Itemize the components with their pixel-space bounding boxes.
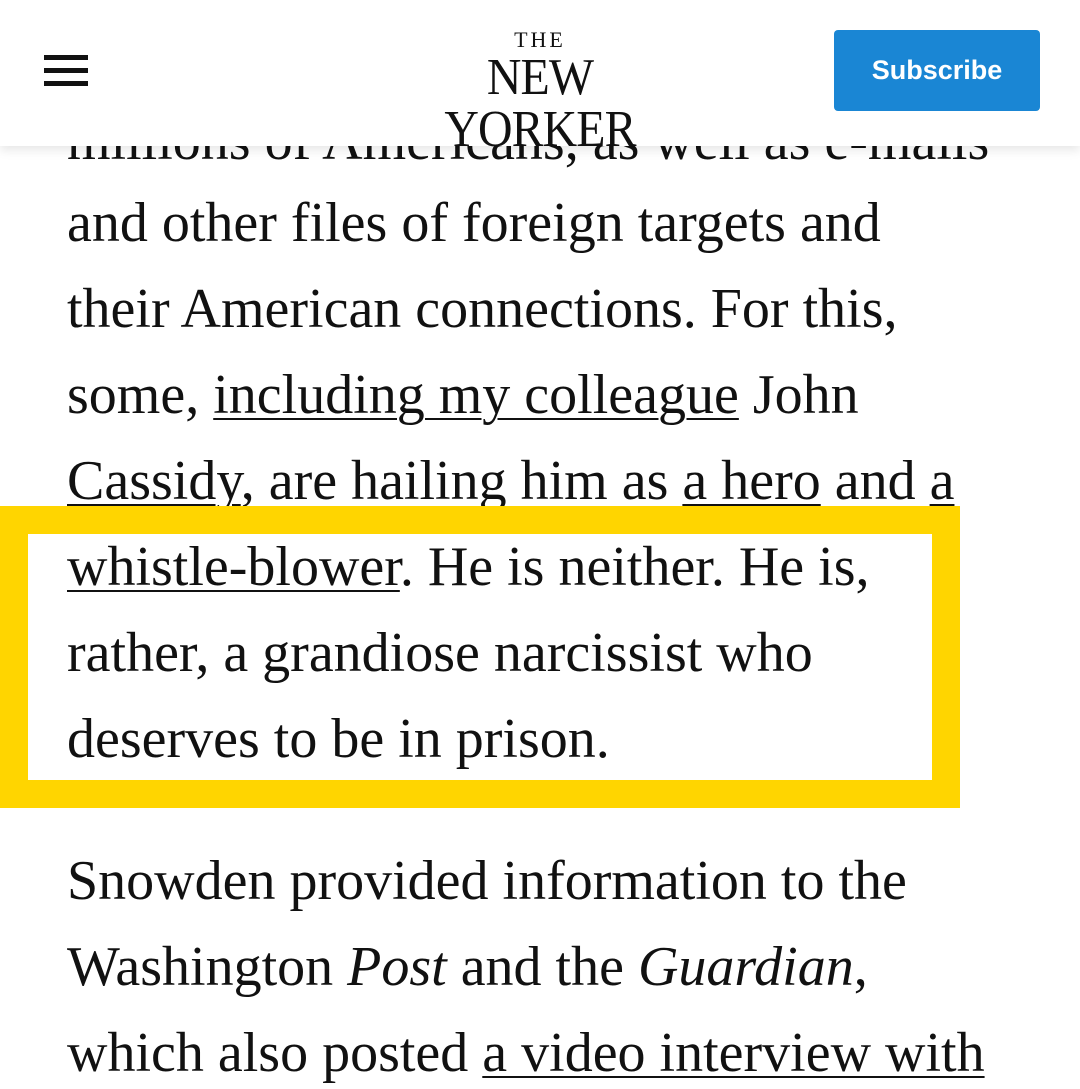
article-text: Snowden provided information to the	[67, 850, 907, 912]
subscribe-button[interactable]: Subscribe	[834, 30, 1040, 111]
article-text: . He is neither. He is,	[399, 536, 870, 598]
article-line: which also posted a video interview with	[67, 1020, 985, 1086]
article-text: Washington	[67, 936, 348, 998]
article-line: Cassidy, are hailing him as a hero and a	[67, 448, 954, 514]
article-line: and other files of foreign targets and	[67, 190, 881, 256]
article-text: and other files of foreign targets and	[67, 192, 881, 254]
article-text: deserves to be in prison.	[67, 708, 610, 770]
new-yorker-logo[interactable]: THE NEW YORKER	[380, 28, 700, 156]
article-text: rather, a grandiose narcissist who	[67, 622, 813, 684]
article-text: some,	[67, 364, 214, 426]
hamburger-menu-icon[interactable]	[44, 55, 88, 87]
article-text: which also posted	[67, 1022, 483, 1084]
link-a-whistle-blower-start[interactable]: a	[930, 450, 955, 512]
link-cassidy[interactable]: Cassidy	[67, 450, 241, 512]
article-line: rather, a grandiose narcissist who	[67, 620, 813, 686]
link-video-interview[interactable]: a video interview with	[482, 1022, 984, 1084]
publication-name: Guardian	[637, 936, 854, 998]
site-header: THE NEW YORKER Subscribe	[0, 0, 1080, 156]
article-line: deserves to be in prison.	[67, 706, 610, 772]
article-text: John	[738, 364, 859, 426]
article-line: their American connections. For this,	[67, 276, 897, 342]
link-including-my-colleague[interactable]: including my colleague	[213, 364, 739, 426]
article-line: Washington Post and the Guardian,	[67, 934, 868, 1000]
article-text: , are hailing him as	[240, 450, 683, 512]
article-text: and	[820, 450, 930, 512]
link-a-hero[interactable]: a hero	[682, 450, 820, 512]
logo-name: NEW YORKER	[444, 49, 636, 158]
publication-name: Post	[347, 936, 447, 998]
link-whistle-blower[interactable]: whistle-blower	[67, 536, 400, 598]
article-line: whistle-blower. He is neither. He is,	[67, 534, 870, 600]
article-text: their American connections. For this,	[67, 278, 898, 340]
article-text: ,	[853, 936, 868, 998]
article-line: Snowden provided information to the	[67, 848, 907, 914]
article-text: and the	[446, 936, 638, 998]
article-line: some, including my colleague John	[67, 362, 859, 428]
